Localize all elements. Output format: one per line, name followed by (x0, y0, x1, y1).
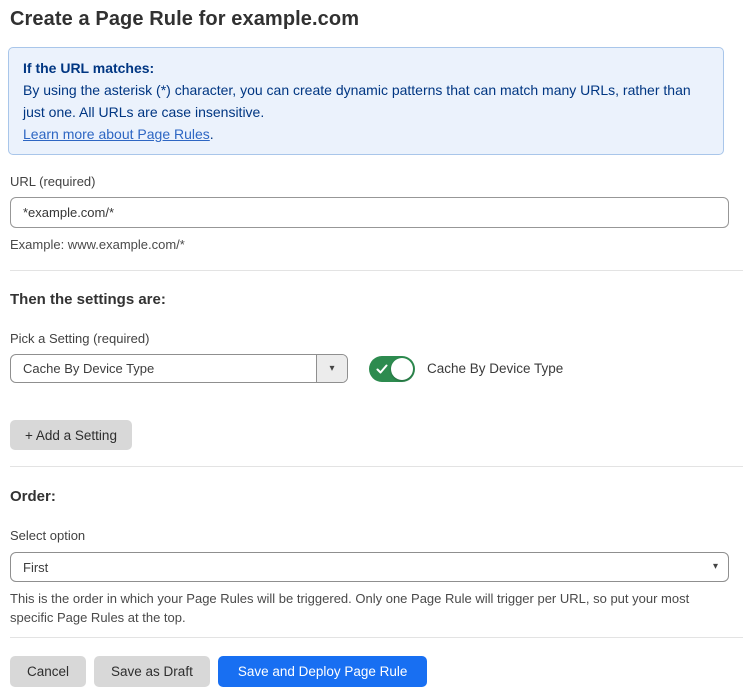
footer-actions: Cancel Save as Draft Save and Deploy Pag… (10, 656, 729, 687)
divider (10, 270, 743, 271)
check-icon (376, 363, 388, 375)
save-as-draft-button[interactable]: Save as Draft (94, 656, 210, 687)
select-option-label: Select option (10, 528, 729, 544)
page-title: Create a Page Rule for example.com (10, 6, 729, 32)
url-helper-text: Example: www.example.com/* (10, 235, 729, 254)
add-setting-button[interactable]: + Add a Setting (10, 420, 132, 450)
learn-more-link[interactable]: Learn more about Page Rules (23, 126, 210, 142)
caret-down-icon: ▾ (713, 562, 718, 572)
order-section-heading: Order: (10, 487, 729, 506)
setting-select[interactable]: Cache By Device Type ▾ (10, 354, 348, 383)
toggle-knob (391, 358, 413, 380)
info-box-link-line: Learn more about Page Rules. (23, 123, 707, 145)
setting-row: Cache By Device Type ▾ Cache By Device T… (10, 354, 729, 383)
info-box-heading: If the URL matches: (23, 57, 707, 79)
settings-section-heading: Then the settings are: (10, 290, 729, 309)
url-input[interactable] (10, 197, 729, 228)
setting-select-caret-button[interactable]: ▾ (316, 355, 347, 382)
divider (10, 637, 743, 638)
setting-select-value: Cache By Device Type (11, 361, 316, 376)
caret-down-icon: ▾ (329, 364, 334, 374)
order-select-value: First (11, 560, 713, 575)
divider (10, 466, 743, 467)
url-label: URL (required) (10, 174, 729, 190)
info-box-body: By using the asterisk (*) character, you… (23, 79, 707, 123)
cancel-button[interactable]: Cancel (10, 656, 86, 687)
create-page-rule-form: Create a Page Rule for example.com If th… (0, 0, 750, 687)
save-and-deploy-button[interactable]: Save and Deploy Page Rule (218, 656, 428, 687)
link-suffix-text: . (210, 126, 214, 142)
url-match-info-box: If the URL matches: By using the asteris… (8, 47, 724, 155)
pick-setting-label: Pick a Setting (required) (10, 331, 729, 347)
toggle-label: Cache By Device Type (427, 361, 563, 376)
cache-by-device-type-toggle[interactable] (369, 356, 415, 382)
order-helper-text: This is the order in which your Page Rul… (10, 589, 729, 627)
order-select[interactable]: First ▾ (10, 552, 729, 582)
